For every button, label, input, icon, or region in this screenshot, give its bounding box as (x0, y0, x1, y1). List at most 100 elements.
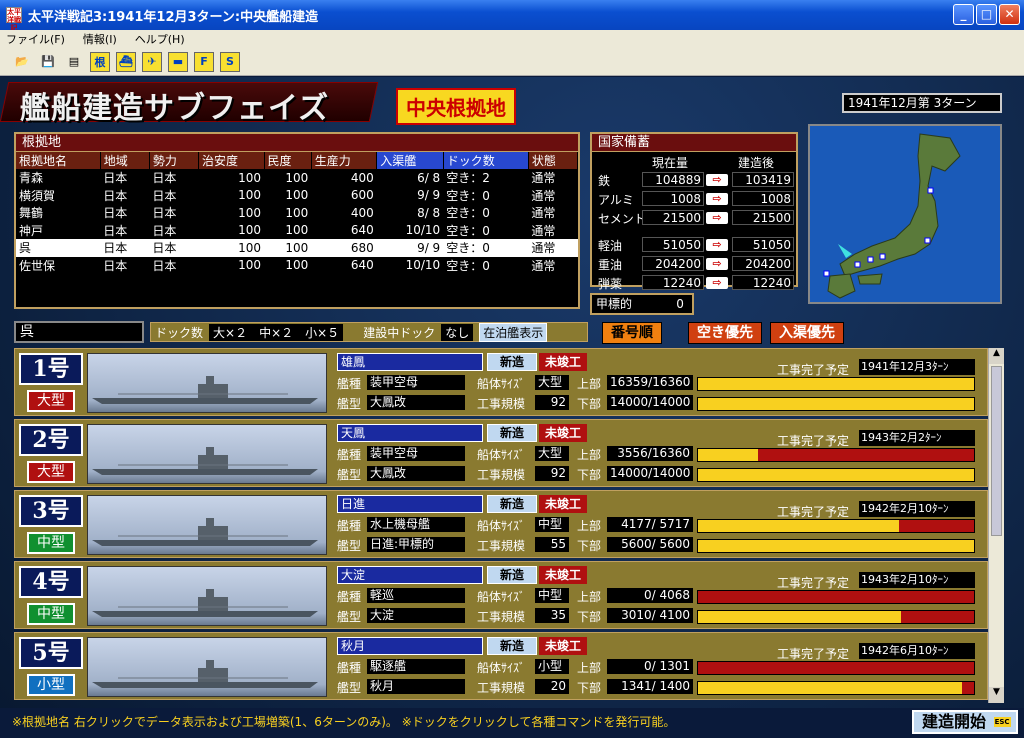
base-row[interactable]: 佐世保 日本 日本 100 100 640 10/10 空き：0 通常 (16, 257, 578, 275)
japan-map[interactable] (808, 124, 1002, 304)
save-disk-icon[interactable]: 💾 (38, 52, 58, 72)
arrow-right-icon: ⇨ (706, 193, 728, 205)
due-date: 1942年6月10ﾀｰﾝ (859, 643, 975, 659)
open-folder-icon[interactable]: 📂 (12, 52, 32, 72)
col-header[interactable]: 生産力 (311, 152, 378, 169)
base-cell: 日本 (152, 188, 177, 203)
ship-type: 水上機母艦 (367, 517, 465, 532)
incomplete-badge: 未竣工 (539, 566, 587, 584)
base-row[interactable]: 青森 日本 日本 100 100 400 6/ 8 空き：2 通常 (16, 169, 578, 187)
reserve-row: セメント 21500 ⇨ 21500 (596, 210, 794, 226)
slot-number: 2号 (19, 424, 83, 456)
due-date: 1941年12月3ﾀｰﾝ (859, 359, 975, 375)
sort-docked-button[interactable]: 入渠優先 (770, 322, 844, 344)
class-label: 艦型 (337, 468, 362, 482)
midget-sub-box: 甲標的 0 (590, 293, 694, 315)
scroll-up-icon[interactable]: ▲ (989, 348, 1004, 364)
base-cell: 佐世保 (19, 258, 56, 273)
base-panel-title: 根拠地 (16, 134, 578, 152)
incomplete-badge: 未竣工 (539, 353, 587, 371)
dock-slot[interactable]: 1号 大型 雄鳳 新造 未竣工 艦種 装甲空母 艦型 大鳳改 船体ｻｲｽﾞ 大型… (14, 348, 988, 416)
dock-slot[interactable]: 3号 中型 日進 新造 未竣工 艦種 水上機母艦 艦型 日進:甲標的 船体ｻｲｽ… (14, 490, 988, 558)
new-build-badge: 新造 (487, 353, 537, 371)
col-header[interactable]: 根拠地名 (16, 152, 101, 169)
lower-label: 下部 (577, 468, 602, 482)
ship-type: 軽巡 (367, 588, 465, 603)
upper-label: 上部 (577, 519, 602, 533)
scale-label: 工事規模 (477, 397, 526, 411)
base-cell: 青森 (19, 171, 44, 186)
lower-label: 下部 (577, 610, 602, 624)
due-label: 工事完了予定 (777, 505, 850, 519)
base-row[interactable]: 呉日本 日本 100 100 680 9/ 9 空き：0 通常 (16, 239, 578, 257)
ship-name[interactable]: 大淀 (337, 566, 483, 584)
ship-name[interactable]: 天鳳 (337, 424, 483, 442)
upper-bar (697, 590, 975, 604)
dock-list: 1号 大型 雄鳳 新造 未竣工 艦種 装甲空母 艦型 大鳳改 船体ｻｲｽﾞ 大型… (14, 348, 988, 703)
base-cell: 100 (198, 239, 264, 257)
ship-name[interactable]: 日進 (337, 495, 483, 513)
esc-badge: ESC (993, 717, 1011, 727)
dock-slot[interactable]: 5号 小型 秋月 新造 未竣工 艦種 駆逐艦 艦型 秋月 船体ｻｲｽﾞ 小型 工… (14, 632, 988, 700)
base-cell: 100 (264, 239, 312, 257)
slot-size: 小型 (27, 674, 75, 696)
tank-icon[interactable]: ▬ (168, 51, 188, 72)
dock-slot[interactable]: 4号 中型 大淀 新造 未竣工 艦種 軽巡 艦型 大淀 船体ｻｲｽﾞ 中型 工事… (14, 561, 988, 629)
upper-label: 上部 (577, 590, 602, 604)
document-icon[interactable]: ▤ (64, 52, 84, 72)
ship-class: 大鳳改 (367, 395, 465, 410)
scale-label: 工事規模 (477, 610, 526, 624)
start-build-button[interactable]: 建造開始 ESC (912, 710, 1018, 734)
scroll-down-icon[interactable]: ▼ (989, 687, 1004, 703)
scrollbar[interactable]: ▲ ▼ (988, 348, 1004, 703)
menu-file[interactable]: ファイル(F) (6, 31, 65, 47)
supply-button[interactable]: S (220, 51, 240, 72)
reserve-row: 弾薬 12240 ⇨ 12240 (596, 275, 794, 291)
new-build-badge: 新造 (487, 637, 537, 655)
col-header[interactable]: 地域 (100, 152, 150, 169)
berth-display-button[interactable]: 在泊艦表示 (479, 322, 548, 342)
menu-info[interactable]: 情報(I) (83, 31, 117, 47)
base-cell: 100 (238, 170, 261, 185)
sort-number-button[interactable]: 番号順 (602, 322, 662, 344)
incomplete-badge: 未竣工 (539, 495, 587, 513)
base-row[interactable]: 神戸 日本 日本 100 100 640 10/10 空き：0 通常 (16, 222, 578, 240)
ship-icon[interactable]: ⛴ (116, 51, 136, 72)
phase-title: 艦船建造サブフェイズ (20, 91, 330, 126)
upper-bar-fill (698, 520, 900, 532)
col-header[interactable]: 入渠艦 (376, 152, 444, 169)
reserve-panel: 国家備蓄 現在量 建造後鉄 104889 ⇨ 103419 アルミ 1008 ⇨ 1… (590, 132, 798, 291)
dock-slot[interactable]: 2号 大型 天鳳 新造 未竣工 艦種 装甲空母 艦型 大鳳改 船体ｻｲｽﾞ 大型… (14, 419, 988, 487)
close-button[interactable]: ✕ (999, 4, 1020, 25)
upper-bar-fill (698, 449, 758, 461)
ship-name[interactable]: 秋月 (337, 637, 483, 655)
base-cell: 日本 (103, 188, 128, 203)
sort-empty-button[interactable]: 空き優先 (688, 322, 762, 344)
base-button[interactable]: 根 (90, 51, 110, 72)
minimize-button[interactable]: _ (953, 4, 974, 25)
ship-name[interactable]: 雄鳳 (337, 353, 483, 371)
base-cell: 空き：0 (446, 206, 490, 221)
menu-help[interactable]: ヘルプ(H) (135, 31, 185, 47)
reserve-after: 12240 (732, 275, 794, 290)
reserve-label: 重油 (598, 258, 623, 272)
col-header[interactable]: ドック数 (443, 152, 529, 169)
base-row[interactable]: 横須賀 日本 日本 100 100 600 9/ 9 空き：0 通常 (16, 187, 578, 205)
ship-type: 装甲空母 (367, 446, 465, 461)
scroll-thumb[interactable] (991, 366, 1002, 536)
hull-size: 中型 (535, 517, 569, 532)
fleet-button[interactable]: F (194, 51, 214, 72)
col-header[interactable]: 勢力 (149, 152, 200, 169)
base-cell: 100 (285, 258, 309, 273)
plane-icon[interactable]: ✈ (142, 51, 162, 72)
col-header[interactable]: 治安度 (198, 152, 265, 169)
work-scale: 35 (535, 608, 569, 623)
base-row[interactable]: 舞鶴 日本 日本 100 100 400 8/ 8 空き：0 通常 (16, 204, 578, 222)
col-header[interactable]: 状態 (528, 152, 579, 169)
upper-label: 上部 (577, 661, 602, 675)
slot-size: 中型 (27, 603, 75, 625)
col-header[interactable]: 民度 (264, 152, 312, 169)
slot-number: 5号 (19, 637, 83, 669)
type-label: 艦種 (337, 661, 362, 675)
maximize-button[interactable]: □ (976, 4, 997, 25)
